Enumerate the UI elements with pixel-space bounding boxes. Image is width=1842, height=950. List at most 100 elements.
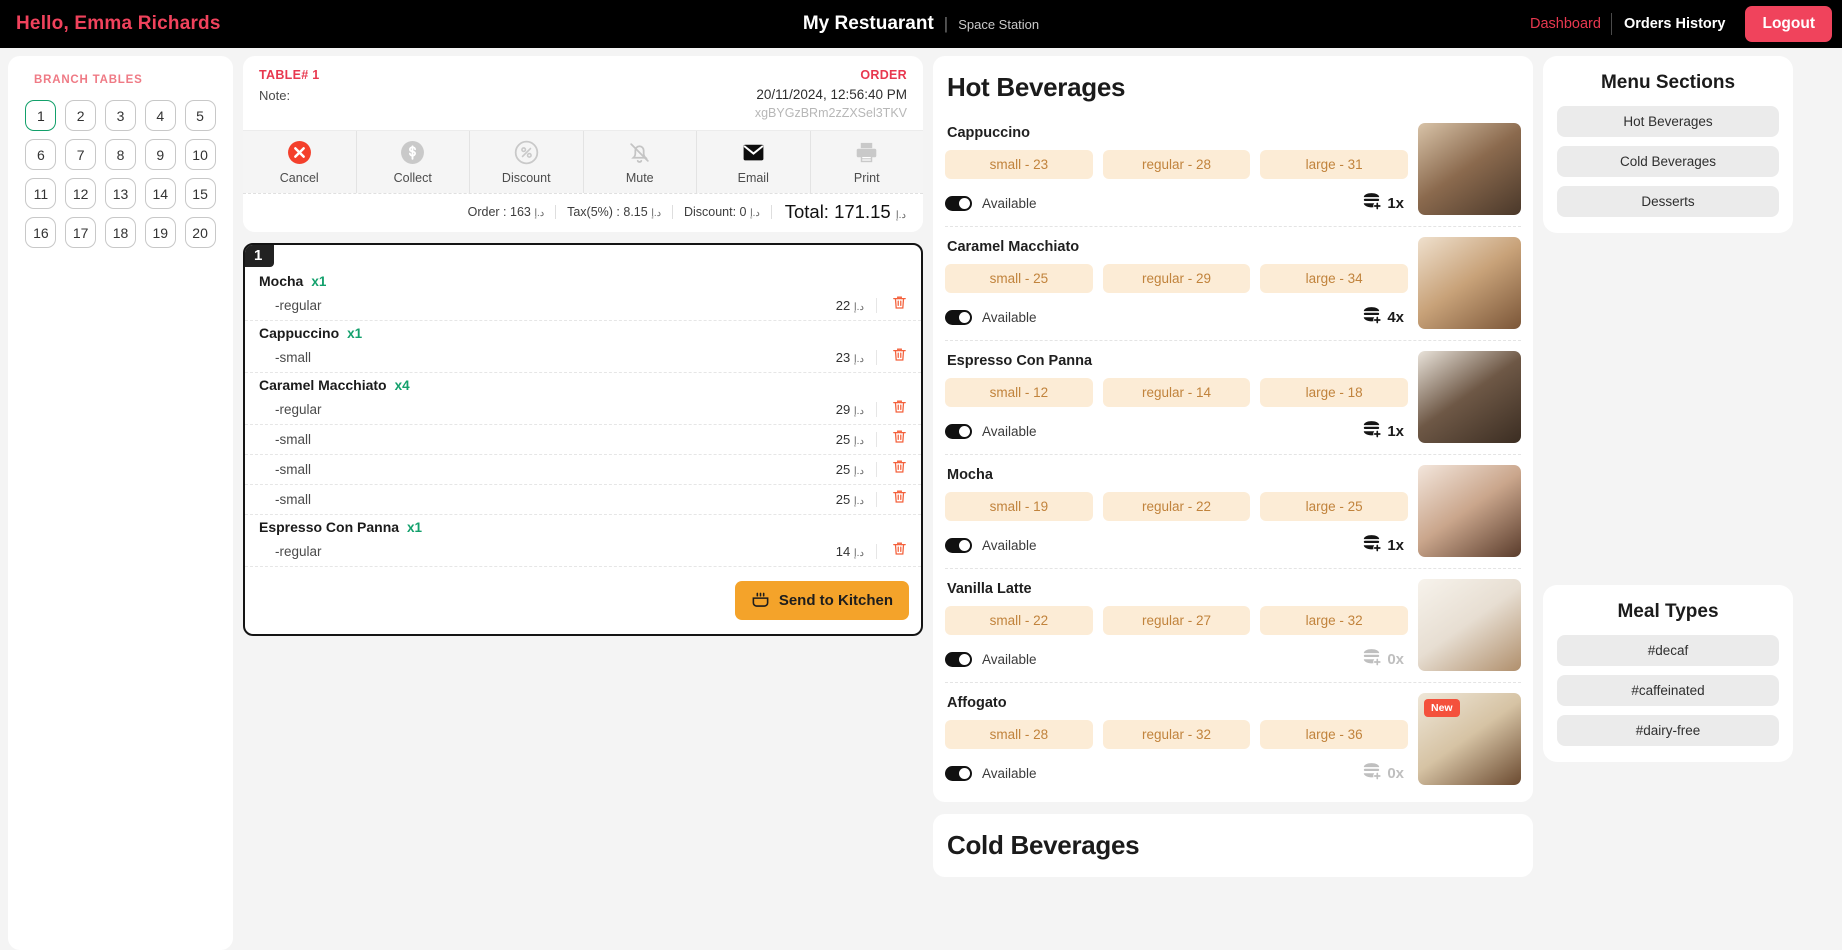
- printer-icon: [854, 140, 879, 165]
- size-option-button[interactable]: small - 28: [945, 720, 1093, 749]
- add-to-order-button[interactable]: 0x: [1361, 760, 1404, 786]
- table-button-5[interactable]: 5: [184, 100, 216, 131]
- table-button-14[interactable]: 14: [144, 178, 176, 209]
- size-option-button[interactable]: small - 12: [945, 378, 1093, 407]
- availability-toggle[interactable]: [945, 537, 972, 553]
- toolbar-button-discount[interactable]: Discount: [470, 131, 584, 193]
- table-button-19[interactable]: 19: [144, 217, 176, 248]
- delete-item-button[interactable]: [877, 540, 921, 562]
- size-option-button[interactable]: regular - 27: [1102, 606, 1251, 635]
- table-button-10[interactable]: 10: [184, 139, 216, 170]
- table-button-11[interactable]: 11: [25, 178, 57, 209]
- table-button-6[interactable]: 6: [25, 139, 57, 170]
- delete-item-button[interactable]: [877, 458, 921, 480]
- brand-block: My Restuarant | Space Station: [803, 13, 1039, 35]
- menu-item-thumbnail[interactable]: [1418, 465, 1521, 557]
- toolbar-button-email[interactable]: Email: [697, 131, 811, 193]
- add-to-order-button[interactable]: 4x: [1361, 304, 1404, 330]
- add-to-order-button[interactable]: 0x: [1361, 646, 1404, 672]
- availability-label: Available: [982, 765, 1037, 781]
- ticket-option-name: -small: [275, 349, 311, 365]
- size-option-button[interactable]: small - 22: [945, 606, 1093, 635]
- availability-toggle[interactable]: [945, 195, 972, 211]
- size-option-button[interactable]: large - 32: [1260, 606, 1409, 635]
- table-button-2[interactable]: 2: [65, 100, 97, 131]
- size-option-button[interactable]: small - 19: [945, 492, 1093, 521]
- menu-section-button-hot-beverages[interactable]: Hot Beverages: [1557, 106, 1779, 137]
- menu-item-sizes: small - 28 regular - 32 large - 36: [945, 720, 1409, 749]
- size-option-button[interactable]: large - 25: [1260, 492, 1409, 521]
- table-button-4[interactable]: 4: [144, 100, 176, 131]
- availability-toggle[interactable]: [945, 765, 972, 781]
- size-option-button[interactable]: small - 23: [945, 150, 1093, 179]
- toolbar-button-mute[interactable]: Mute: [584, 131, 697, 193]
- menu-item-footer: Available 1x: [945, 418, 1408, 444]
- toolbar-button-cancel[interactable]: Cancel: [243, 131, 357, 193]
- menu-item-thumbnail[interactable]: [1418, 579, 1521, 671]
- menu-item-sizes: small - 23 regular - 28 large - 31: [945, 150, 1409, 179]
- size-option-button[interactable]: regular - 29: [1102, 264, 1251, 293]
- table-button-16[interactable]: 16: [25, 217, 57, 248]
- menu-item: Cappuccino small - 23 regular - 28 large - …: [945, 113, 1521, 227]
- availability-group: Available: [945, 537, 1037, 553]
- table-button-3[interactable]: 3: [104, 100, 136, 131]
- availability-toggle[interactable]: [945, 423, 972, 439]
- size-option-button[interactable]: regular - 28: [1102, 150, 1251, 179]
- order-note-label[interactable]: Note:: [259, 88, 320, 103]
- size-option-button[interactable]: small - 25: [945, 264, 1093, 293]
- ticket-option-price: 22 د.إ: [757, 297, 877, 313]
- table-button-7[interactable]: 7: [65, 139, 97, 170]
- table-button-9[interactable]: 9: [144, 139, 176, 170]
- table-button-13[interactable]: 13: [104, 178, 136, 209]
- menu-item-thumbnail[interactable]: [1418, 237, 1521, 329]
- table-button-15[interactable]: 15: [184, 178, 216, 209]
- meal-type-button-dairy-free[interactable]: #dairy-free: [1557, 715, 1779, 746]
- menu-section-button-cold-beverages[interactable]: Cold Beverages: [1557, 146, 1779, 177]
- size-option-button[interactable]: regular - 22: [1102, 492, 1251, 521]
- cancel-circle-icon: [287, 140, 312, 165]
- menu-section-button-desserts[interactable]: Desserts: [1557, 186, 1779, 217]
- menu-item: Vanilla Latte small - 22 regular - 27 large…: [945, 569, 1521, 683]
- availability-toggle[interactable]: [945, 651, 972, 667]
- size-option-button[interactable]: regular - 14: [1102, 378, 1251, 407]
- add-to-order-button[interactable]: 1x: [1361, 190, 1404, 216]
- menu-section-hot-beverages: Hot Beverages Cappuccino small - 23 regular…: [933, 56, 1533, 802]
- size-option-button[interactable]: large - 36: [1260, 720, 1409, 749]
- table-button-12[interactable]: 12: [65, 178, 97, 209]
- menu-item-thumbnail[interactable]: New: [1418, 693, 1521, 785]
- add-to-order-button[interactable]: 1x: [1361, 532, 1404, 558]
- delete-item-button[interactable]: [877, 428, 921, 450]
- table-button-20[interactable]: 20: [184, 217, 216, 248]
- toolbar-button-print[interactable]: Print: [811, 131, 924, 193]
- toolbar-label: Discount: [501, 171, 551, 185]
- nav-link-orders-history[interactable]: Orders History: [1612, 16, 1738, 32]
- logout-button[interactable]: Logout: [1745, 6, 1832, 42]
- delete-item-button[interactable]: [877, 346, 921, 368]
- availability-group: Available: [945, 195, 1037, 211]
- menu-section-title: Cold Beverages: [947, 830, 1140, 860]
- send-to-kitchen-button[interactable]: Send to Kitchen: [734, 581, 909, 620]
- table-button-8[interactable]: 8: [104, 139, 136, 170]
- user-greeting: Hello, Emma Richards: [16, 13, 221, 34]
- size-option-button[interactable]: large - 34: [1260, 264, 1409, 293]
- delete-item-button[interactable]: [877, 398, 921, 420]
- add-to-order-button[interactable]: 1x: [1361, 418, 1404, 444]
- delete-item-button[interactable]: [877, 488, 921, 510]
- ticket-option-name: -small: [275, 431, 311, 447]
- meal-type-button-decaf[interactable]: #decaf: [1557, 635, 1779, 666]
- meal-type-button-caffeinated[interactable]: #caffeinated: [1557, 675, 1779, 706]
- size-option-button[interactable]: regular - 32: [1102, 720, 1251, 749]
- table-button-18[interactable]: 18: [104, 217, 136, 248]
- nav-link-dashboard[interactable]: Dashboard: [1520, 16, 1611, 32]
- availability-toggle[interactable]: [945, 309, 972, 325]
- delete-item-button[interactable]: [877, 294, 921, 316]
- size-option-button[interactable]: large - 18: [1260, 378, 1409, 407]
- menu-item-thumbnail[interactable]: [1418, 351, 1521, 443]
- menu-column: Hot Beverages Cappuccino small - 23 regular…: [933, 56, 1533, 877]
- currency-symbol: د.إ: [853, 465, 864, 477]
- toolbar-button-collect[interactable]: Collect: [357, 131, 470, 193]
- table-button-17[interactable]: 17: [65, 217, 97, 248]
- size-option-button[interactable]: large - 31: [1260, 150, 1409, 179]
- menu-item-thumbnail[interactable]: [1418, 123, 1521, 215]
- table-button-1[interactable]: 1: [25, 100, 57, 131]
